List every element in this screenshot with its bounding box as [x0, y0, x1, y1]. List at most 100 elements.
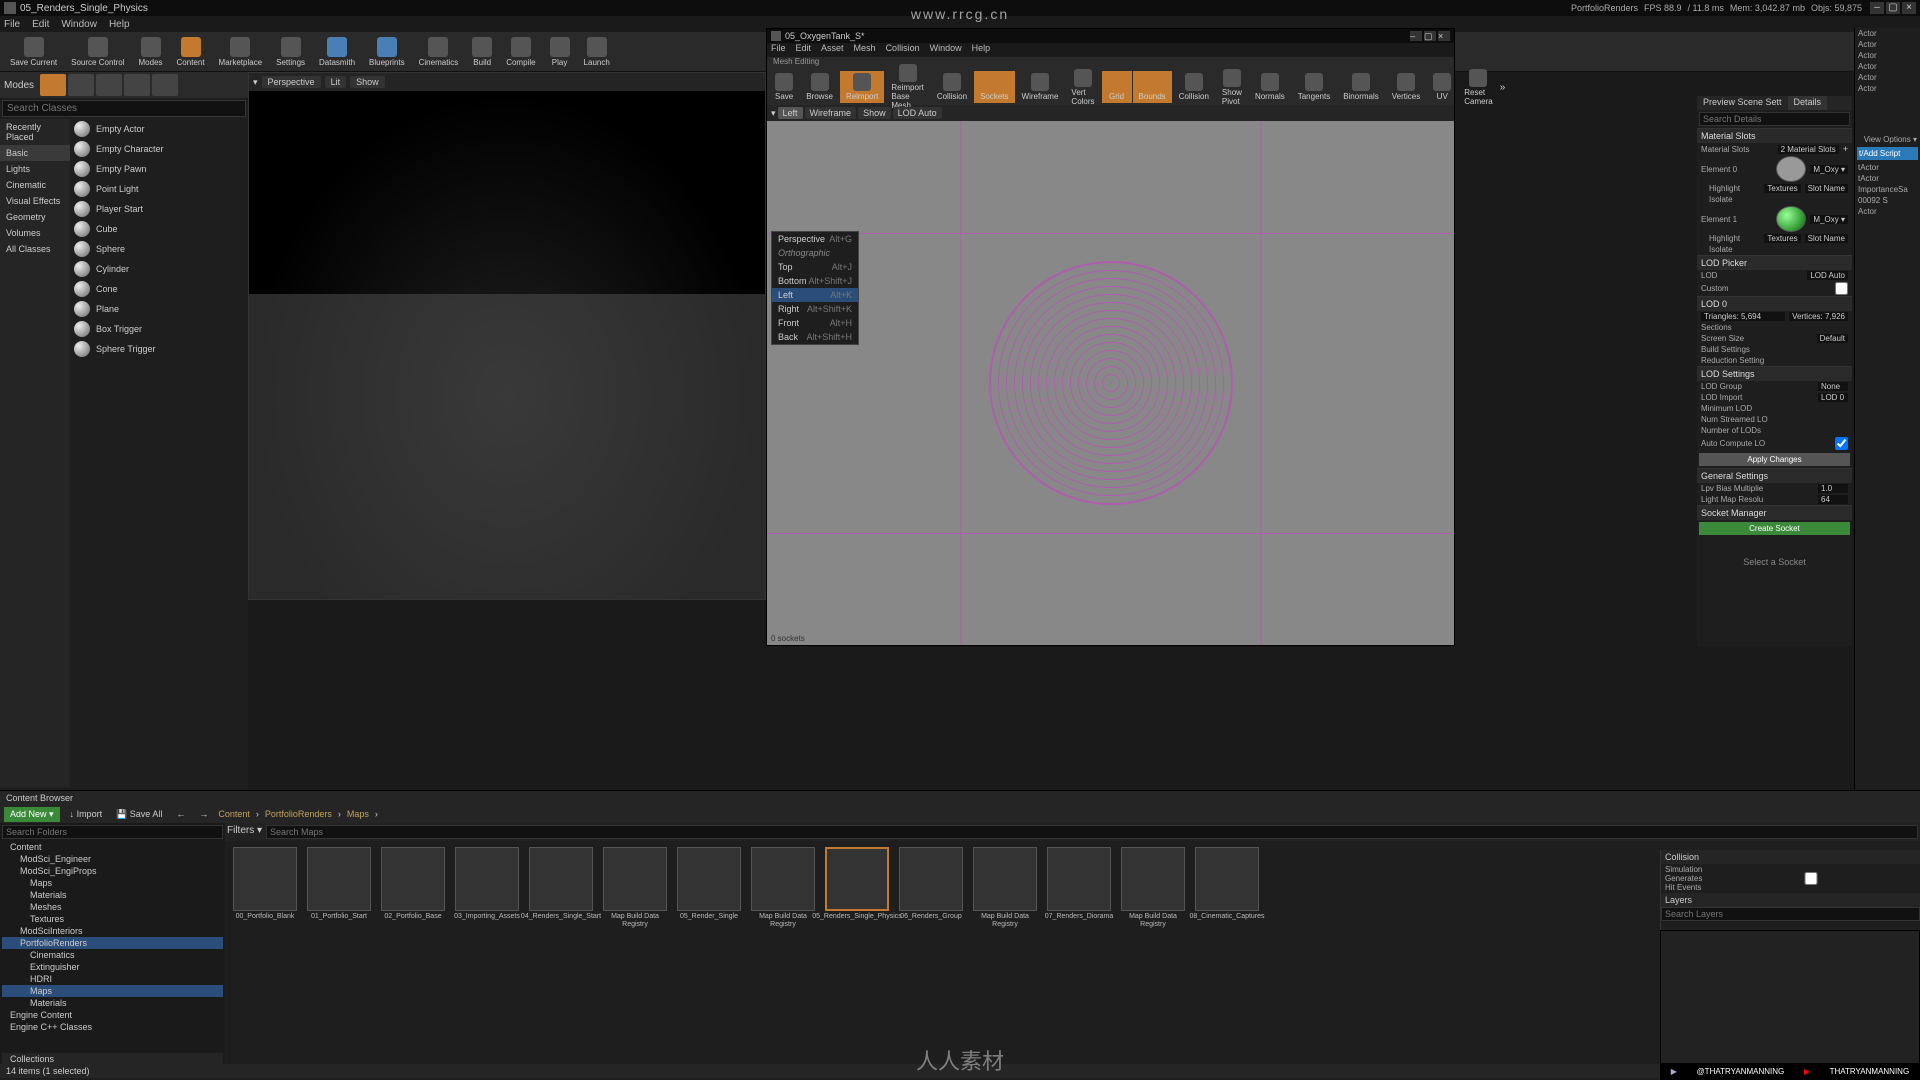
vp-dropdown-icon[interactable]: ▾ [253, 77, 258, 88]
me-vp-dropdown-icon[interactable]: ▾ [771, 108, 776, 119]
tree-item[interactable]: Maps [2, 877, 223, 889]
asset-item[interactable]: 00_Portfolio_Blank [231, 847, 299, 921]
view-back[interactable]: BackAlt+Shift+H [772, 330, 858, 344]
tree-content[interactable]: Content [2, 841, 223, 853]
mode-foliage-icon[interactable] [124, 74, 150, 96]
tb-cinematics[interactable]: Cinematics [413, 35, 465, 69]
tb-marketplace[interactable]: Marketplace [213, 35, 269, 69]
tb-launch[interactable]: Launch [578, 35, 616, 69]
outliner-row[interactable]: Actor [1855, 50, 1920, 61]
me-menu-mesh[interactable]: Mesh [854, 43, 876, 57]
tree-item[interactable]: Extinguisher [2, 961, 223, 973]
me-menu-help[interactable]: Help [972, 43, 991, 57]
actor-empty[interactable]: Empty Actor [70, 119, 248, 139]
view-perspective[interactable]: PerspectiveAlt+G [772, 232, 858, 246]
lpv-input[interactable]: 1.0 [1818, 484, 1848, 493]
tab-details[interactable]: Details [1788, 96, 1828, 110]
view-right[interactable]: RightAlt+Shift+K [772, 302, 858, 316]
search-maps-input[interactable] [266, 825, 1918, 839]
toolbar-overflow-icon[interactable]: » [1500, 82, 1506, 93]
outliner-row[interactable]: Actor [1855, 61, 1920, 72]
minimize-button[interactable]: – [1870, 2, 1884, 14]
cat-vfx[interactable]: Visual Effects [0, 193, 70, 209]
section-lod0[interactable]: LOD 0 [1697, 297, 1852, 311]
actor-boxtrigger[interactable]: Box Trigger [70, 319, 248, 339]
add-script-button[interactable]: t/Add Script [1857, 147, 1918, 160]
mat-ref-0[interactable]: M_Oxy ▾ [1810, 165, 1848, 174]
tree-item[interactable]: ModSciInteriors [2, 925, 223, 937]
tree-item[interactable]: ModSci_EngiProps [2, 865, 223, 877]
vp-show[interactable]: Show [350, 76, 385, 88]
outliner-row[interactable]: 00092 S [1855, 195, 1920, 206]
close-button[interactable]: × [1902, 2, 1916, 14]
outliner-row[interactable]: Actor [1855, 28, 1920, 39]
view-top[interactable]: TopAlt+J [772, 260, 858, 274]
me-tb-browse[interactable]: Browse [800, 71, 839, 103]
menu-file[interactable]: File [4, 19, 20, 30]
cat-lights[interactable]: Lights [0, 161, 70, 177]
asset-item-selected[interactable]: 05_Renders_Single_Physics [823, 847, 891, 921]
tb-play[interactable]: Play [544, 35, 576, 69]
view-left[interactable]: LeftAlt+K [772, 288, 858, 302]
me-tb-save[interactable]: Save [769, 71, 799, 103]
cat-geometry[interactable]: Geometry [0, 209, 70, 225]
tree-item-maps[interactable]: Maps [2, 985, 223, 997]
asset-item[interactable]: 02_Portfolio_Base [379, 847, 447, 921]
me-tb-vertcolors[interactable]: Vert Colors [1065, 67, 1100, 108]
apply-changes-button[interactable]: Apply Changes [1699, 453, 1850, 466]
add-new-button[interactable]: Add New ▾ [4, 807, 60, 822]
mesh-viewport[interactable]: PerspectiveAlt+G Orthographic TopAlt+J B… [767, 121, 1454, 645]
mode-paint-icon[interactable] [68, 74, 94, 96]
mode-brush-icon[interactable] [152, 74, 178, 96]
tree-item[interactable]: Textures [2, 913, 223, 925]
cat-cinematic[interactable]: Cinematic [0, 177, 70, 193]
menu-help[interactable]: Help [109, 19, 130, 30]
section-socket-manager[interactable]: Socket Manager [1697, 506, 1852, 520]
nav-back-icon[interactable]: ← [172, 809, 189, 819]
section-lod-settings[interactable]: LOD Settings [1697, 367, 1852, 381]
actor-plane[interactable]: Plane [70, 299, 248, 319]
viewport-scene[interactable] [249, 91, 765, 599]
vp-lit[interactable]: Lit [325, 76, 347, 88]
outliner-row[interactable]: tActor [1855, 173, 1920, 184]
me-menu-window[interactable]: Window [930, 43, 962, 57]
view-front[interactable]: FrontAlt+H [772, 316, 858, 330]
tb-settings[interactable]: Settings [270, 35, 311, 69]
me-min[interactable]: – [1410, 31, 1422, 41]
me-tb-bounds[interactable]: Bounds [1133, 71, 1172, 103]
menu-window[interactable]: Window [61, 19, 97, 30]
lod-import-dropdown[interactable]: LOD 0 [1818, 393, 1848, 402]
asset-item[interactable]: 08_Cinematic_Captures [1193, 847, 1261, 921]
outliner-row[interactable]: tActor [1855, 162, 1920, 173]
lmr-input[interactable]: 64 [1818, 495, 1848, 504]
menu-edit[interactable]: Edit [32, 19, 49, 30]
me-tb-wireframe[interactable]: Wireframe [1016, 71, 1065, 103]
mat-thumb-0[interactable] [1776, 156, 1806, 182]
actor-spheretrigger[interactable]: Sphere Trigger [70, 339, 248, 359]
add-slot-icon[interactable]: + [1843, 144, 1848, 154]
asset-item[interactable]: Map Build Data Registry [749, 847, 817, 928]
lod-picker-dropdown[interactable]: LOD Auto [1807, 271, 1848, 280]
me-vp-lodauto[interactable]: LOD Auto [893, 107, 942, 119]
details-search[interactable] [1699, 112, 1850, 126]
layers-header[interactable]: Layers [1661, 893, 1920, 907]
outliner-row[interactable]: Actor [1855, 206, 1920, 217]
asset-item[interactable]: Map Build Data Registry [601, 847, 669, 928]
section-general[interactable]: General Settings [1697, 469, 1852, 483]
me-vp-show[interactable]: Show [858, 107, 891, 119]
view-options[interactable]: View Options ▾ [1855, 134, 1920, 145]
tb-datasmith[interactable]: Datasmith [313, 35, 361, 69]
me-tb-reimportbase[interactable]: Reimport Base Mesh [885, 62, 929, 112]
tb-content[interactable]: Content [171, 35, 211, 69]
tree-item-selected[interactable]: PortfolioRenders [2, 937, 223, 949]
asset-item[interactable]: 05_Render_Single [675, 847, 743, 921]
filters-button[interactable]: Filters ▾ [227, 825, 262, 839]
tree-item[interactable]: ModSci_Engineer [2, 853, 223, 865]
breadcrumb[interactable]: PortfolioRenders [265, 809, 332, 819]
asset-item[interactable]: Map Build Data Registry [1119, 847, 1187, 928]
sim-hit-checkbox[interactable] [1706, 872, 1916, 885]
asset-item[interactable]: Map Build Data Registry [971, 847, 1039, 928]
me-tb-sockets[interactable]: Sockets [974, 71, 1014, 103]
me-tb-normals[interactable]: Normals [1249, 71, 1291, 103]
view-bottom[interactable]: BottomAlt+Shift+J [772, 274, 858, 288]
